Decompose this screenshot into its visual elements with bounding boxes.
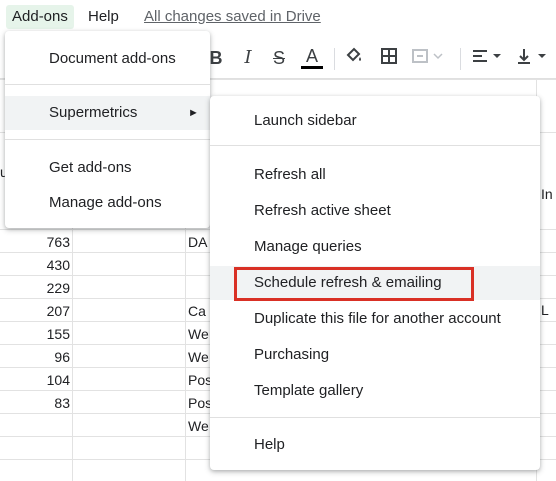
- italic-button[interactable]: I: [240, 46, 256, 70]
- bold-button[interactable]: B: [208, 46, 224, 70]
- cell-number[interactable]: 207: [47, 300, 70, 322]
- menu-item-help[interactable]: Help: [210, 428, 540, 462]
- cell-text[interactable]: In: [541, 183, 553, 205]
- menu-item-label: Help: [254, 436, 285, 453]
- cell-text[interactable]: We: [188, 323, 212, 345]
- cell-number[interactable]: 155: [47, 323, 70, 345]
- submenu-arrow-icon: ►: [188, 107, 199, 119]
- cell-text[interactable]: Pos: [188, 392, 212, 414]
- merge-cells-icon[interactable]: [410, 46, 446, 70]
- menu-item-supermetrics[interactable]: Supermetrics ►: [5, 96, 210, 130]
- menu-item-refresh-all[interactable]: Refresh all: [210, 158, 540, 192]
- menu-item-refresh-active-sheet[interactable]: Refresh active sheet: [210, 194, 540, 228]
- menu-divider: [210, 417, 540, 418]
- fill-color-icon[interactable]: [343, 46, 365, 70]
- valign-bottom-icon[interactable]: [514, 46, 554, 70]
- align-left-icon[interactable]: [470, 46, 506, 70]
- toolbar-divider: [334, 48, 335, 70]
- menu-item-label: Duplicate this file for another account: [254, 310, 501, 327]
- menu-item-document-addons[interactable]: Document add-ons: [5, 42, 210, 76]
- addons-dropdown: Document add-ons Supermetrics ► Get add-…: [5, 31, 210, 228]
- menu-item-purchasing[interactable]: Purchasing: [210, 338, 540, 372]
- menu-item-label: Template gallery: [254, 382, 364, 399]
- menu-item-template-gallery[interactable]: Template gallery: [210, 374, 540, 408]
- addons-menu[interactable]: Add-ons: [6, 5, 74, 29]
- menu-item-label: Manage queries: [254, 238, 362, 255]
- menu-item-manage-addons[interactable]: Manage add-ons: [5, 186, 210, 220]
- text-color-button[interactable]: A: [300, 46, 324, 70]
- menu-divider: [5, 139, 210, 140]
- cell-text[interactable]: DA: [188, 231, 212, 253]
- menu-item-label: Purchasing: [254, 346, 330, 363]
- cell-text[interactable]: We: [188, 415, 212, 437]
- borders-icon[interactable]: [378, 46, 400, 70]
- cell-number[interactable]: 83: [54, 392, 70, 414]
- menu-item-label: Launch sidebar: [254, 112, 357, 129]
- menu-item-label: Refresh active sheet: [254, 202, 391, 219]
- menu-item-label: Manage add-ons: [49, 194, 162, 211]
- menu-item-label: Refresh all: [254, 166, 326, 183]
- text-color-swatch: [301, 66, 323, 69]
- menu-item-label: Document add-ons: [49, 50, 176, 67]
- cell-text[interactable]: L: [541, 299, 549, 321]
- help-menu[interactable]: Help: [88, 5, 119, 29]
- cell-text[interactable]: Pos: [188, 369, 212, 391]
- save-status-link[interactable]: All changes saved in Drive: [144, 5, 321, 29]
- menu-item-manage-queries[interactable]: Manage queries: [210, 230, 540, 264]
- cell-number[interactable]: 229: [47, 277, 70, 299]
- cell-text[interactable]: We: [188, 346, 212, 368]
- toolbar-divider: [460, 48, 461, 70]
- menu-item-launch-sidebar[interactable]: Launch sidebar: [210, 104, 540, 138]
- menu-divider: [5, 84, 210, 85]
- text-color-label: A: [305, 46, 318, 66]
- menu-item-label: Get add-ons: [49, 159, 132, 176]
- cell-number[interactable]: 430: [47, 254, 70, 276]
- highlight-box: [234, 267, 474, 301]
- menu-item-duplicate-file[interactable]: Duplicate this file for another account: [210, 302, 540, 336]
- cell-number[interactable]: 96: [54, 346, 70, 368]
- strikethrough-button[interactable]: S: [271, 46, 287, 70]
- cell-text[interactable]: Ca: [188, 300, 212, 322]
- cell-number[interactable]: 104: [47, 369, 70, 391]
- menu-item-label: Supermetrics: [49, 104, 138, 121]
- menu-divider: [210, 145, 540, 146]
- menu-item-get-addons[interactable]: Get add-ons: [5, 151, 210, 185]
- cell-number[interactable]: 763: [47, 231, 70, 253]
